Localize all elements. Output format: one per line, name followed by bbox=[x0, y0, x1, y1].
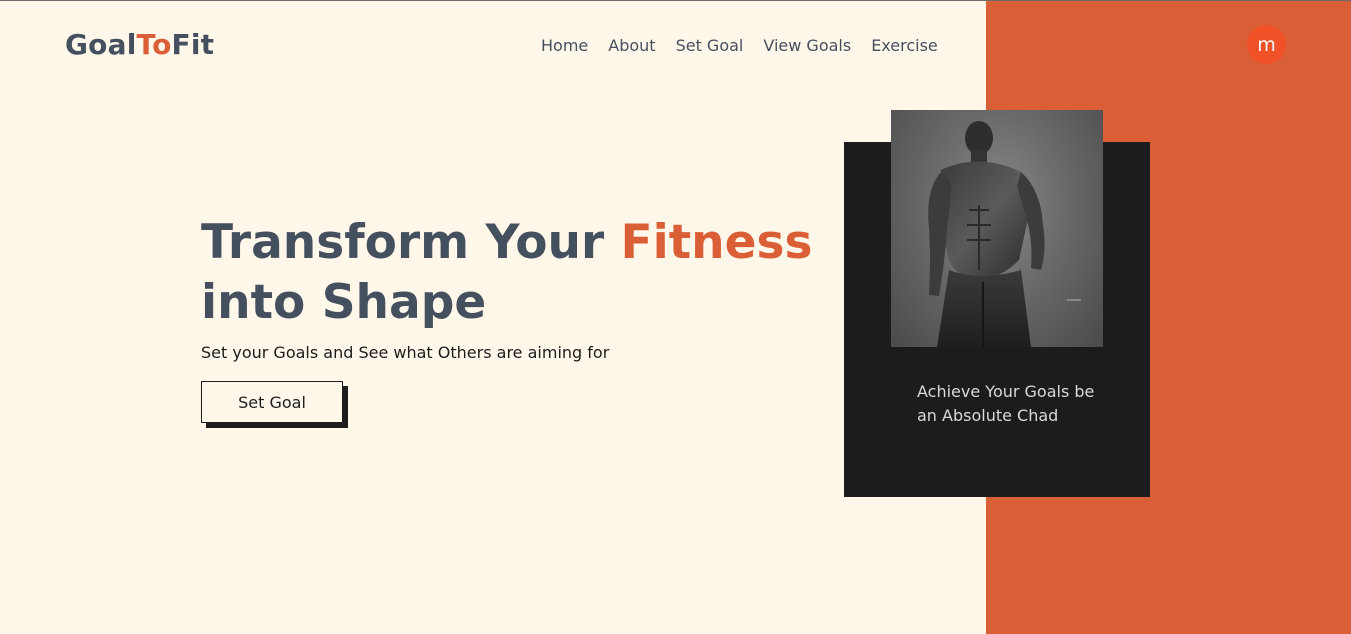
main-nav: Home About Set Goal View Goals Exercise bbox=[541, 36, 938, 55]
hero-title: Transform Your Fitness into Shape bbox=[201, 213, 821, 333]
set-goal-button-wrap: Set Goal bbox=[201, 381, 348, 428]
nav-item-home[interactable]: Home bbox=[541, 36, 588, 55]
nav-item-view-goals[interactable]: View Goals bbox=[763, 36, 851, 55]
user-avatar[interactable]: m bbox=[1247, 25, 1286, 64]
brand-logo-part3: Fit bbox=[171, 28, 215, 61]
nav-item-set-goal[interactable]: Set Goal bbox=[676, 36, 744, 55]
bodybuilder-photo bbox=[891, 110, 1103, 347]
brand-logo-part2: To bbox=[136, 28, 172, 61]
nav-item-exercise[interactable]: Exercise bbox=[871, 36, 938, 55]
bodybuilder-silhouette bbox=[928, 121, 1081, 347]
hero-title-accent: Fitness bbox=[620, 215, 813, 270]
promo-card-caption: Achieve Your Goals be an Absolute Chad bbox=[917, 382, 1095, 425]
nav-item-about[interactable]: About bbox=[608, 36, 655, 55]
set-goal-button[interactable]: Set Goal bbox=[201, 381, 343, 423]
hero-title-part2: into Shape bbox=[201, 275, 487, 330]
brand-logo-part1: Goal bbox=[65, 28, 137, 61]
hero-title-part1: Transform Your bbox=[201, 215, 621, 270]
hero-subtitle: Set your Goals and See what Others are a… bbox=[201, 343, 610, 362]
brand-logo[interactable]: GoalToFit bbox=[65, 28, 214, 61]
